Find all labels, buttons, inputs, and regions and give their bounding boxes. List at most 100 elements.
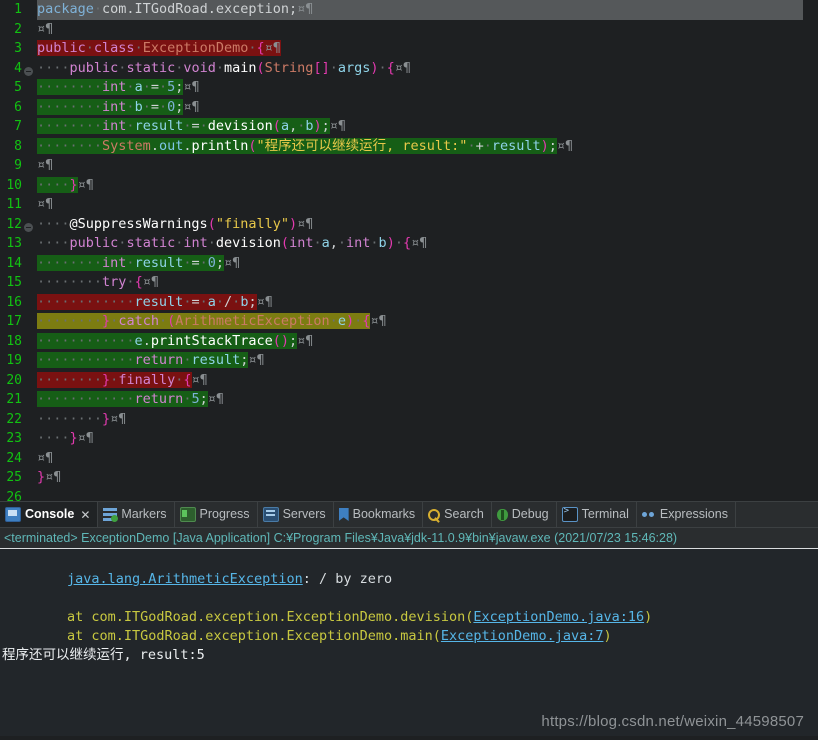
code-text[interactable]: ············result·=·a·/·b;¤¶ [34,293,273,313]
code-line[interactable]: 19 ············return·result;¤¶ [0,351,818,371]
code-text[interactable]: ········}·catch·(ArithmeticException·e)·… [34,312,387,332]
code-text[interactable]: ····@SuppressWarnings("finally")¤¶ [34,215,313,235]
token: b [305,118,314,134]
code-text[interactable]: ········int·a·=·5;¤¶ [34,78,200,98]
java-editor[interactable]: 1 package·com.ITGodRoad.exception;¤¶ 2 ¤¶ 3 p… [0,0,818,501]
code-text[interactable]: package·com.ITGodRoad.exception;¤¶ [34,0,803,20]
console-output[interactable]: java.lang.ArithmeticException: / by zero… [0,549,818,740]
code-line[interactable]: 20 ········}·finally·{¤¶ [0,371,818,391]
code-text[interactable]: ········int·result·=·devision(a,·b);¤¶ [34,117,346,137]
token: devision [215,235,281,251]
exception-type-link[interactable]: java.lang.ArithmeticException [67,571,303,587]
tab-debug[interactable]: Debug [492,502,557,527]
token: ; [215,254,225,271]
code-text[interactable]: ········}·finally·{¤¶ [34,371,208,391]
token: · [126,118,135,134]
token: · [199,254,208,271]
code-line[interactable]: 16 ············result·=·a·/·b;¤¶ [0,293,818,313]
code-line[interactable]: 6 ········int·b·=·0;¤¶ [0,98,818,118]
code-text[interactable]: ····public·static·void·main(String[]·arg… [34,59,411,79]
code-line[interactable]: 3 public·class·ExceptionDemo·{¤¶ [0,39,818,59]
code-line[interactable]: 17 ········}·catch·(ArithmeticException·e… [0,312,818,332]
code-text[interactable]: ····}¤¶ [34,429,94,449]
line-number: 21 [6,392,22,407]
code-line[interactable]: 23 ····}¤¶ [0,429,818,449]
tab-markers[interactable]: Markers [98,502,175,527]
code-text[interactable]: }¤¶ [34,468,61,488]
code-line[interactable]: 4 ····public·static·void·main(String[]·ar… [0,59,818,79]
code-line[interactable]: 11 ¤¶ [0,195,818,215]
stack-trace-line: at com.ITGodRoad.exception.ExceptionDemo… [0,608,818,627]
code-line[interactable]: 13 ····public·static·int·devision(int·a,·… [0,234,818,254]
console-launch-header: <terminated> ExceptionDemo [Java Applica… [0,528,818,549]
code-line[interactable]: 25 }¤¶ [0,468,818,488]
code-line[interactable]: 26 [0,488,818,502]
token: · [329,313,338,329]
code-line[interactable]: 12 ····@SuppressWarnings("finally")¤¶ [0,215,818,235]
token: ¤¶ [37,157,54,173]
token: { [134,274,143,290]
source-file-link[interactable]: ExceptionDemo.java:7 [441,628,604,644]
close-icon[interactable]: ✕ [80,508,90,522]
tab-expressions[interactable]: Expressions [637,502,736,527]
code-text[interactable]: ········}¤¶ [34,410,126,430]
token: public [37,40,86,56]
code-text[interactable]: ············return·5;¤¶ [34,390,224,410]
token: , [329,235,338,251]
code-text[interactable]: ········int·result·=·0;¤¶ [34,254,240,274]
tab-servers[interactable]: Servers [258,502,334,527]
token: = [191,293,200,310]
code-run-tail: ¤¶ [183,79,199,95]
code-text[interactable]: ¤¶ [34,156,53,176]
progress-icon [179,507,196,522]
code-text[interactable]: ········int·b·=·0;¤¶ [34,98,200,118]
code-text[interactable]: ¤¶ [34,20,53,40]
fold-collapse-icon[interactable] [22,59,34,79]
code-line[interactable]: 14 ········int·result·=·0;¤¶ [0,254,818,274]
source-file-link[interactable]: ExceptionDemo.java:16 [473,609,644,625]
code-line[interactable]: 9 ¤¶ [0,156,818,176]
code-line[interactable]: 1 package·com.ITGodRoad.exception;¤¶ [0,0,818,20]
token: · [85,40,94,56]
code-line[interactable]: 21 ············return·5;¤¶ [0,390,818,410]
code-line[interactable]: 7 ········int·result·=·devision(a,·b);¤¶ [0,117,818,137]
code-text[interactable]: ····}¤¶ [34,176,94,196]
tab-progress[interactable]: Progress [175,502,258,527]
code-line[interactable]: 5 ········int·a·=·5;¤¶ [0,78,818,98]
code-line[interactable]: 22 ········}¤¶ [0,410,818,430]
token: { [402,235,412,251]
eclipse-ide-window: 1 package·com.ITGodRoad.exception;¤¶ 2 ¤¶ 3 p… [0,0,818,740]
code-text[interactable]: ····public·static·int·devision(int·a,·in… [34,234,427,254]
token: ArithmeticException [175,313,330,329]
code-line-list[interactable]: 1 package·com.ITGodRoad.exception;¤¶ 2 ¤¶ 3 p… [0,0,818,501]
code-text[interactable]: ············e.printStackTrace();¤¶ [34,332,313,352]
code-line[interactable]: 2 ¤¶ [0,20,818,40]
code-text[interactable]: ¤¶ [34,449,53,469]
token: = [191,118,200,134]
code-line[interactable]: 15 ········try·{¤¶ [0,273,818,293]
token: · [370,235,379,251]
code-run-tail: ¤¶ [192,372,208,388]
code-line[interactable]: 18 ············e.printStackTrace();¤¶ [0,332,818,352]
code-text[interactable]: ········try·{¤¶ [34,273,159,293]
terminal-icon [561,506,578,522]
tab-search[interactable]: Search [423,502,492,527]
code-text[interactable]: ············return·result;¤¶ [34,351,265,371]
code-line[interactable]: 10 ····}¤¶ [0,176,818,196]
tab-terminal[interactable]: Terminal [557,502,637,527]
stack-trace-line: at com.ITGodRoad.exception.ExceptionDemo… [0,627,818,646]
token: · [483,137,492,154]
code-text[interactable]: public·class·ExceptionDemo·{¤¶ [34,39,281,59]
token: . [150,137,159,154]
code-line[interactable]: 24 ¤¶ [0,449,818,469]
code-line[interactable]: 8 ········System.out.println("程序还可以继续运行, … [0,137,818,157]
tab-console[interactable]: Console ✕ [0,502,99,527]
token: a [207,293,216,310]
fold-collapse-icon[interactable] [22,215,34,235]
token: = [150,98,159,115]
line-number: 25 [6,470,22,485]
code-text[interactable]: ¤¶ [34,195,53,215]
panel-tab-bar[interactable]: Console ✕ Markers Progress Servers Bookmarks S… [0,502,818,528]
tab-bookmarks[interactable]: Bookmarks [334,502,424,527]
code-text[interactable]: ········System.out.println("程序还可以继续运行, r… [34,137,573,157]
